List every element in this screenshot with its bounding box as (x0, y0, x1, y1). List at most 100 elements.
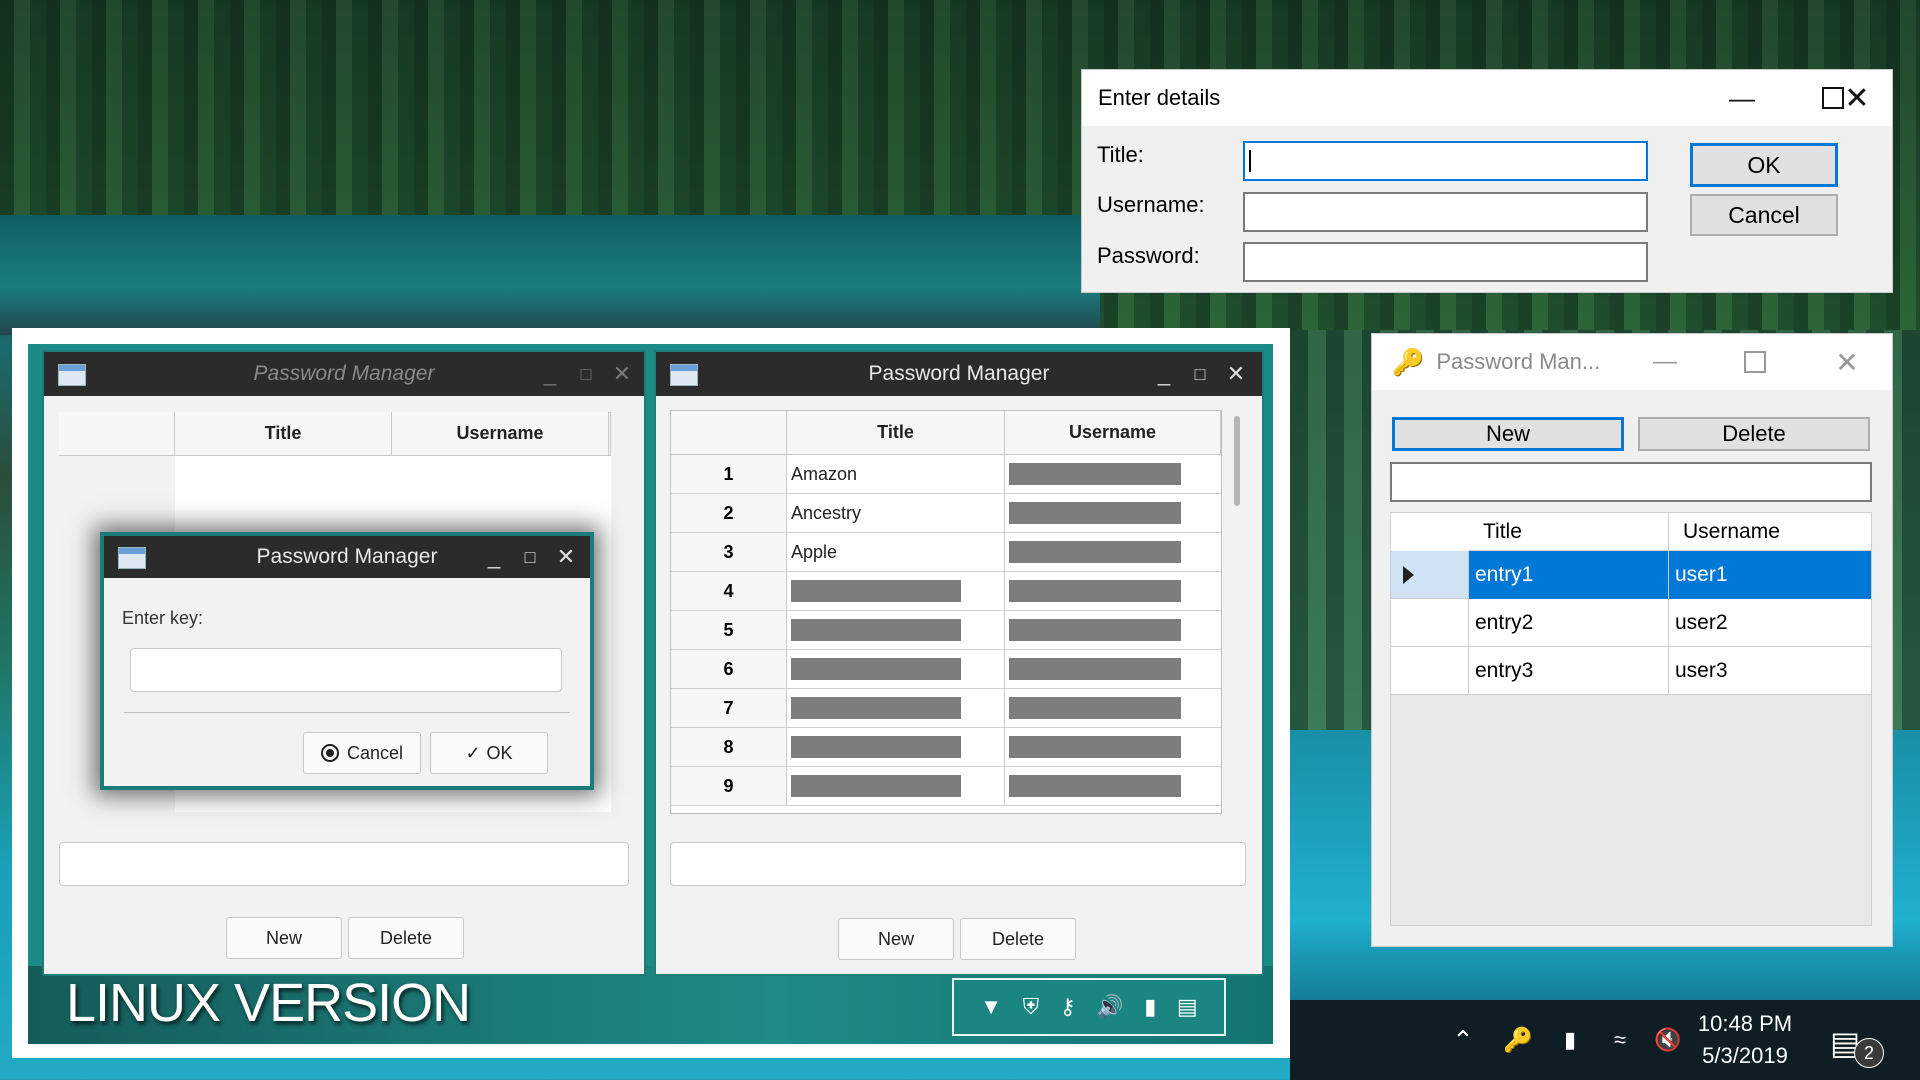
table-row[interactable]: 4 (671, 572, 1221, 611)
scrollbar-thumb[interactable] (1234, 416, 1240, 506)
cancel-button[interactable]: Cancel (1690, 194, 1838, 236)
username-field[interactable] (1243, 192, 1648, 232)
row-selector[interactable] (1391, 551, 1469, 599)
ok-button[interactable]: OK (1690, 143, 1838, 187)
close-button[interactable]: ✕ (1822, 70, 1892, 126)
wifi-icon[interactable]: ▼ (980, 994, 1002, 1020)
cell-title[interactable]: Amazon (787, 455, 1005, 493)
cell-title[interactable] (787, 689, 1005, 727)
key-icon[interactable]: ⚷ (1060, 994, 1076, 1020)
cell-username[interactable] (1005, 767, 1221, 805)
maximize-button[interactable]: □ (568, 352, 604, 396)
clock-time: 10:48 PM (1697, 1011, 1793, 1036)
key-input[interactable] (130, 648, 562, 692)
volume-muted-icon[interactable]: 🔇 (1648, 1022, 1688, 1058)
row-number: 6 (671, 650, 787, 688)
cell-username[interactable] (1005, 533, 1221, 571)
cell-username[interactable]: user1 (1669, 551, 1871, 599)
minimize-button[interactable]: _ (532, 352, 568, 396)
table-row[interactable]: 3 Apple (671, 533, 1221, 572)
cell-username[interactable] (1005, 455, 1221, 493)
table-row[interactable]: 8 (671, 728, 1221, 767)
cell-username[interactable] (1005, 728, 1221, 766)
cell-username[interactable]: user3 (1669, 647, 1871, 695)
volume-icon[interactable]: 🔊 (1096, 994, 1123, 1020)
minimize-button[interactable]: _ (1146, 352, 1182, 396)
cell-username[interactable] (1005, 689, 1221, 727)
table-row[interactable]: 5 (671, 611, 1221, 650)
cell-title[interactable] (787, 572, 1005, 610)
column-header-index (59, 412, 175, 456)
row-number: 8 (671, 728, 787, 766)
cancel-button[interactable]: Cancel (303, 732, 421, 774)
cell-username[interactable]: user2 (1669, 599, 1871, 647)
new-button[interactable]: New (838, 918, 954, 960)
cell-title[interactable]: Apple (787, 533, 1005, 571)
table-row[interactable]: 2 Ancestry (671, 494, 1221, 533)
enter-key-dialog: Password Manager _ □ ✕ Enter key: Cancel… (100, 532, 594, 790)
wifi-icon[interactable]: ≈ (1602, 1022, 1638, 1058)
title-field[interactable] (1243, 141, 1648, 181)
row-selector[interactable] (1391, 647, 1469, 695)
maximize-button[interactable]: □ (1182, 352, 1218, 396)
close-button[interactable]: ✕ (1812, 334, 1882, 390)
table-row[interactable]: 1 Amazon (671, 455, 1221, 494)
table-row[interactable]: 9 (671, 767, 1221, 806)
minimize-button[interactable]: — (1630, 334, 1700, 390)
close-button[interactable]: ✕ (604, 352, 640, 396)
redacted-block (791, 619, 961, 641)
key-icon[interactable]: 🔑 (1500, 1022, 1536, 1058)
cell-title[interactable]: entry2 (1469, 599, 1669, 647)
delete-button[interactable]: Delete (348, 917, 464, 959)
search-input[interactable] (1390, 462, 1872, 502)
shield-icon[interactable]: ⛨ (1023, 994, 1040, 1020)
cell-title[interactable] (787, 767, 1005, 805)
delete-button[interactable]: Delete (1638, 417, 1870, 451)
cell-title[interactable] (787, 728, 1005, 766)
close-button[interactable]: ✕ (1218, 352, 1254, 396)
linux-left-search-input[interactable] (59, 842, 629, 886)
ok-button[interactable]: ✓ OK (430, 732, 548, 774)
battery-icon[interactable]: ▮ (1552, 1022, 1588, 1058)
notes-icon[interactable]: ▤ (1177, 994, 1198, 1020)
linux-system-tray: ▼ ⛨ ⚷ 🔊 ▮ ▤ (952, 978, 1226, 1036)
text-cursor (1249, 150, 1251, 172)
table-row[interactable]: 6 (671, 650, 1221, 689)
cell-username[interactable] (1005, 572, 1221, 610)
table-row[interactable]: entry3 user3 (1391, 647, 1871, 695)
row-number: 1 (671, 455, 787, 493)
close-button[interactable]: ✕ (548, 536, 584, 578)
new-button[interactable]: New (1392, 417, 1624, 451)
cell-title[interactable]: entry1 (1469, 551, 1669, 599)
grid-header-username: Username (1669, 513, 1871, 551)
linux-right-search-input[interactable] (670, 842, 1246, 886)
cell-username[interactable] (1005, 650, 1221, 688)
cell-title[interactable] (787, 611, 1005, 649)
minimize-button[interactable]: — (1697, 70, 1787, 126)
table-row[interactable]: entry1 user1 (1391, 551, 1871, 599)
minimize-button[interactable]: _ (476, 536, 512, 578)
cell-title[interactable]: Ancestry (787, 494, 1005, 532)
table-row[interactable]: 7 (671, 689, 1221, 728)
redacted-block (791, 775, 961, 797)
cell-username[interactable] (1005, 611, 1221, 649)
delete-button[interactable]: Delete (960, 918, 1076, 960)
clock-date: 5/3/2019 (1702, 1043, 1788, 1068)
battery-icon[interactable]: ▮ (1144, 994, 1156, 1020)
new-button[interactable]: New (226, 917, 342, 959)
password-field[interactable] (1243, 242, 1648, 282)
chevron-up-icon[interactable]: ⌃ (1445, 1022, 1481, 1058)
column-header-username: Username (1005, 411, 1221, 455)
row-selector[interactable] (1391, 599, 1469, 647)
app-icon (670, 364, 698, 386)
vertical-scrollbar[interactable] (1232, 412, 1242, 812)
action-center-button[interactable]: ▤ 2 (1830, 1016, 1886, 1068)
table-row[interactable]: entry2 user2 (1391, 599, 1871, 647)
maximize-button[interactable]: □ (512, 536, 548, 578)
maximize-button[interactable] (1720, 334, 1790, 390)
cell-title[interactable] (787, 650, 1005, 688)
clock[interactable]: 10:48 PM 5/3/2019 (1690, 1008, 1800, 1072)
redacted-block (1009, 463, 1181, 485)
cell-username[interactable] (1005, 494, 1221, 532)
cell-title[interactable]: entry3 (1469, 647, 1669, 695)
